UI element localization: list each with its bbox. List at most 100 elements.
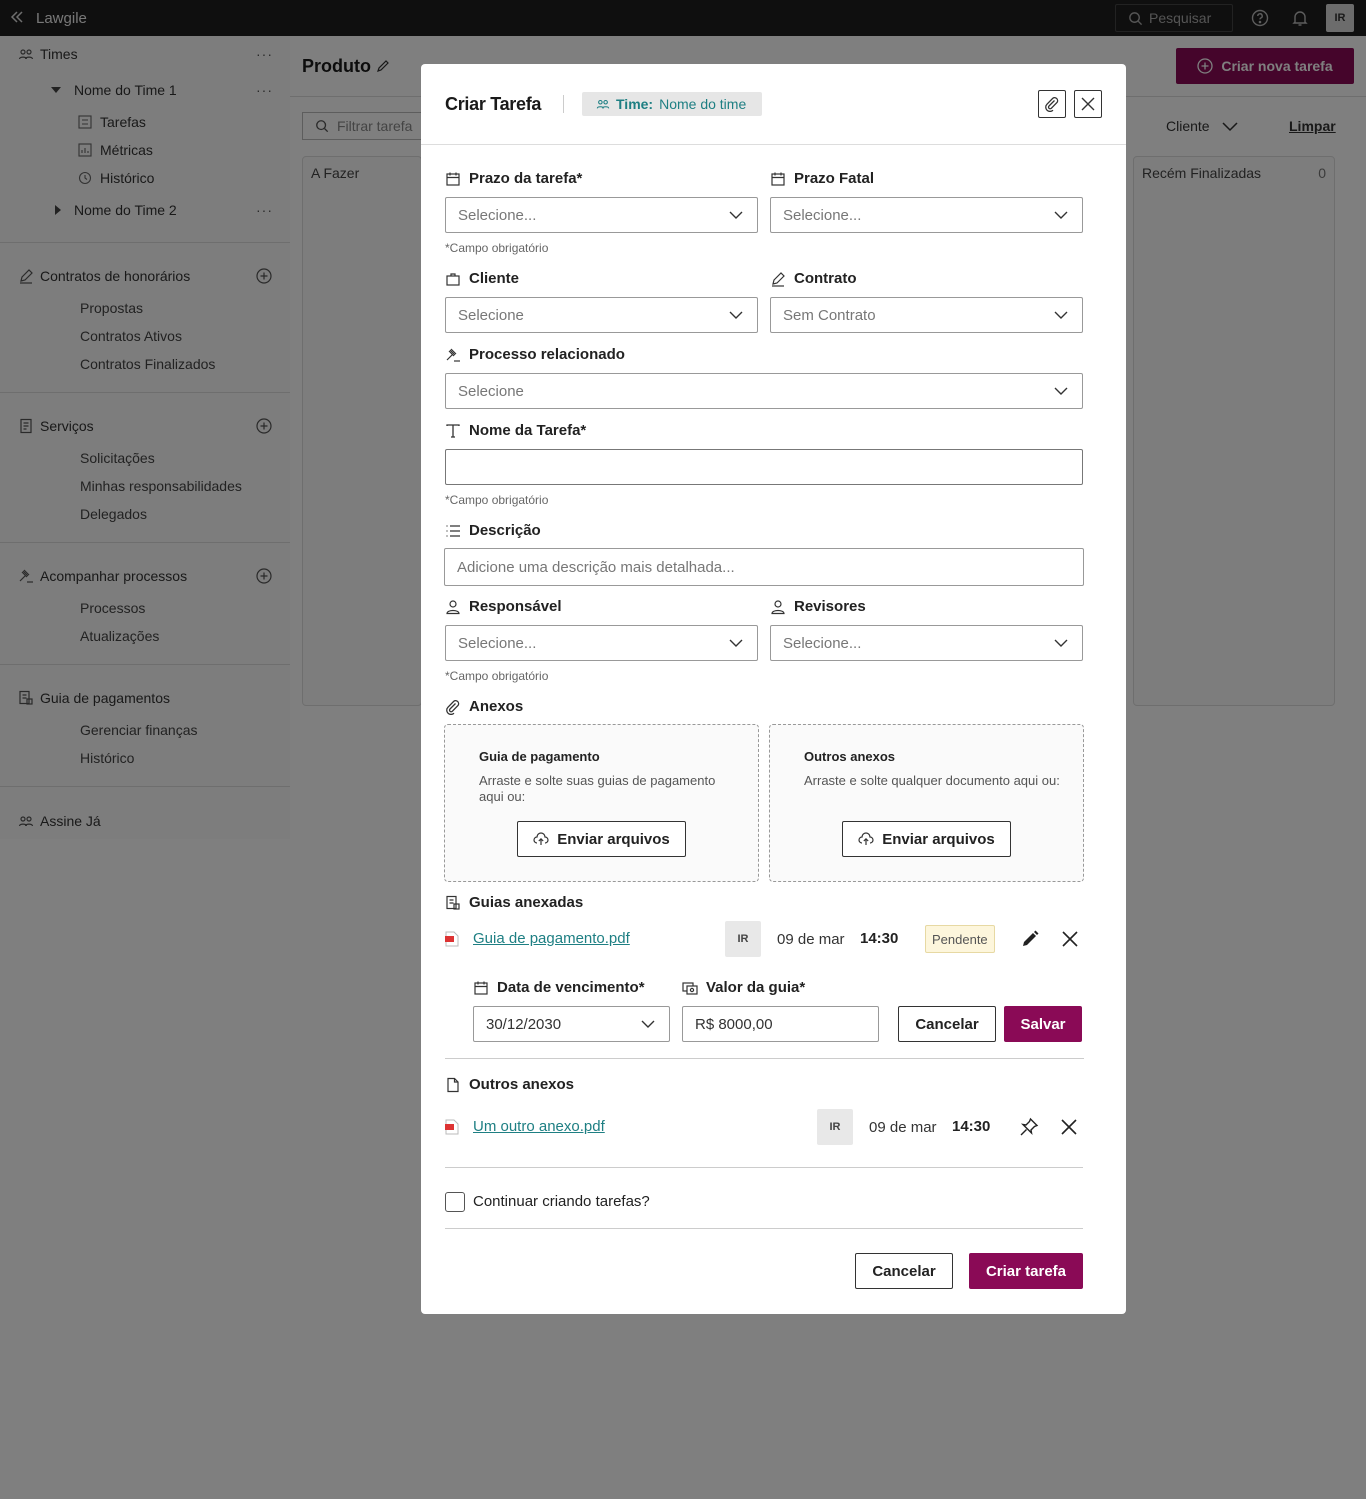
outro-time: 14:30 [952,1118,991,1135]
vencimento-select[interactable]: 30/12/2030 [473,1006,670,1042]
list-icon [446,524,460,537]
prazo-value: Selecione... [458,206,537,224]
required-note: *Campo obrigatório [445,241,549,255]
pencil-icon[interactable] [1020,929,1040,949]
processo-label-text: Processo relacionado [469,346,625,363]
text-icon [446,423,460,438]
modal-title: Criar Tarefa [445,94,542,114]
dropzone-title: Guia de pagamento [479,749,600,764]
attach-button[interactable] [1038,90,1066,118]
pin-icon[interactable] [1019,1117,1039,1137]
guia-time: 14:30 [860,930,899,947]
chevron-down-icon [729,639,743,647]
file-icon [447,1077,459,1092]
vencimento-label-text: Data de vencimento* [497,979,645,996]
anexos-label: Anexos [445,698,523,715]
cloud-upload-icon [533,832,549,845]
upload-label: Enviar arquivos [882,830,995,848]
paperclip-icon [446,699,460,715]
required-note: *Campo obrigatório [445,493,549,507]
valor-value: R$ 8000,00 [695,1015,773,1033]
responsavel-label-text: Responsável [469,598,562,615]
divider [563,95,564,113]
nome-input[interactable] [445,449,1083,485]
cancel-guia-button[interactable]: Cancelar [898,1006,996,1042]
chevron-down-icon [1054,211,1068,219]
dropzone-title: Outros anexos [804,749,896,764]
guia-file-link[interactable]: Guia de pagamento.pdf [473,930,630,947]
vencimento-label: Data de vencimento* [473,979,645,996]
continue-checkbox[interactable] [445,1192,465,1212]
responsavel-select[interactable]: Selecione... [445,625,758,661]
close-button[interactable] [1074,90,1102,118]
nome-label-text: Nome da Tarefa* [469,422,587,439]
responsavel-value: Selecione... [458,634,537,652]
outro-date: 09 de mar [869,1119,937,1136]
calendar-icon [474,981,488,995]
descricao-placeholder: Adicione uma descrição mais detalhada... [457,558,735,576]
receipt-icon [446,895,460,910]
status-badge: Pendente [925,925,995,953]
cliente-select[interactable]: Selecione [445,297,758,333]
dropzone-description: Arraste e solte suas guias de pagamento … [479,773,716,804]
processo-label: Processo relacionado [445,346,625,363]
prazo-select[interactable]: Selecione... [445,197,758,233]
divider [445,1058,1084,1059]
revisores-label-text: Revisores [794,598,866,615]
calendar-icon [446,172,460,186]
guia-date: 09 de mar [777,931,845,948]
continue-label[interactable]: Continuar criando tarefas? [473,1193,650,1210]
responsavel-label: Responsável [445,598,562,615]
divider [445,1167,1083,1168]
nome-label: Nome da Tarefa* [445,422,586,439]
prazo-fatal-select[interactable]: Selecione... [770,197,1083,233]
cancel-button[interactable]: Cancelar [855,1253,953,1289]
chevron-down-icon [1054,311,1068,319]
briefcase-icon [446,272,460,286]
team-chip-key: Time: [616,96,654,112]
outros-dropzone[interactable]: Outros anexos Arraste e solte qualquer d… [769,724,1084,882]
guias-label: Guias anexadas [445,894,583,911]
calendar-icon [771,172,785,186]
processo-value: Selecione [458,382,524,400]
valor-label: Valor da guia* [682,979,805,996]
close-icon [1081,97,1095,111]
user-icon [446,599,460,614]
required-note: *Campo obrigatório [445,669,549,683]
contrato-select[interactable]: Sem Contrato [770,297,1083,333]
pdf-icon [445,1119,459,1135]
create-task-modal: Criar Tarefa Time: Nome do time Prazo da… [421,64,1126,1314]
outros-label: Outros anexos [445,1076,574,1093]
processo-select[interactable]: Selecione [445,373,1083,409]
vencimento-value: 30/12/2030 [486,1015,562,1033]
close-icon[interactable] [1059,1117,1079,1137]
pdf-icon [445,931,459,947]
dropzone-description: Arraste e solte qualquer documento aqui … [804,773,1060,788]
team-chip-value: Nome do time [659,96,747,112]
money-icon [682,981,698,995]
valor-input[interactable]: R$ 8000,00 [682,1006,879,1042]
team-chip[interactable]: Time: Nome do time [582,92,763,116]
user-icon [771,599,785,614]
chevron-down-icon [729,211,743,219]
descricao-input[interactable]: Adicione uma descrição mais detalhada... [444,548,1084,586]
create-task-button[interactable]: Criar tarefa [969,1253,1083,1289]
prazo-fatal-value: Selecione... [783,206,862,224]
cliente-value: Selecione [458,306,524,324]
guia-dropzone[interactable]: Guia de pagamento Arraste e solte suas g… [444,724,759,882]
outro-file-link[interactable]: Um outro anexo.pdf [473,1118,605,1135]
chevron-down-icon [641,1020,655,1028]
prazo-fatal-label: Prazo Fatal [770,170,874,187]
guias-label-text: Guias anexadas [469,894,584,911]
prazo-fatal-label-text: Prazo Fatal [794,170,875,187]
upload-guia-button[interactable]: Enviar arquivos [517,821,686,857]
upload-outros-button[interactable]: Enviar arquivos [842,821,1011,857]
cloud-upload-icon [858,832,874,845]
close-icon[interactable] [1060,929,1080,949]
save-guia-button[interactable]: Salvar [1004,1006,1082,1042]
revisores-select[interactable]: Selecione... [770,625,1083,661]
divider [421,144,1126,145]
chevron-down-icon [1054,639,1068,647]
avatar: IR [725,921,761,957]
contrato-label-text: Contrato [794,270,857,287]
